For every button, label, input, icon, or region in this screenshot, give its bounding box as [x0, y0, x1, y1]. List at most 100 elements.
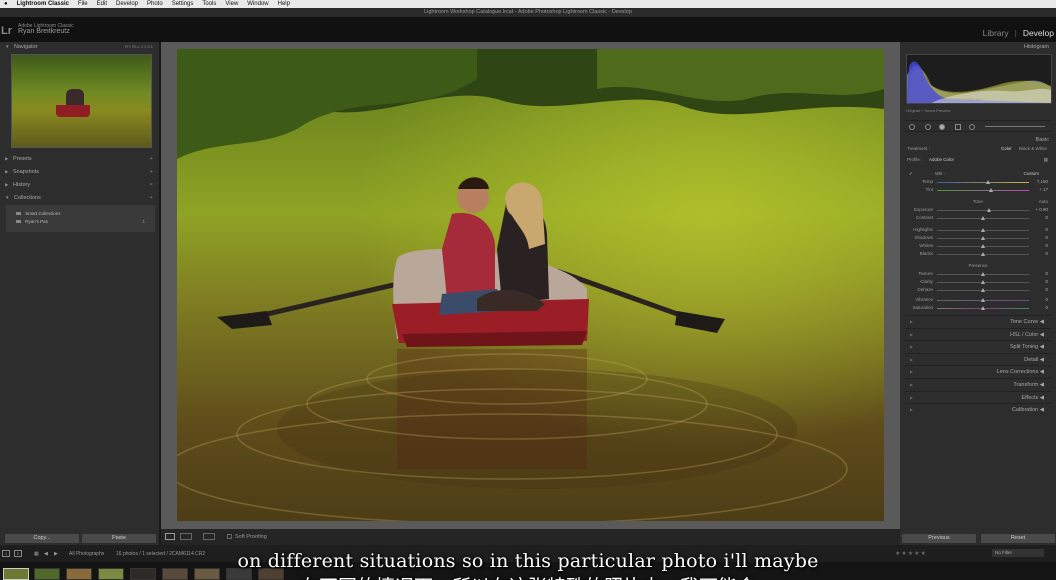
- shadows-slider[interactable]: Shadows 0: [905, 234, 1051, 242]
- snapshots-title: Snapshots: [13, 169, 39, 175]
- panel-header-detail[interactable]: ▶ Detail ◀: [905, 352, 1051, 366]
- treatment-bw-option[interactable]: Black & White: [1019, 145, 1047, 153]
- reset-button[interactable]: Reset: [981, 534, 1055, 543]
- profile-browser-icon[interactable]: ▦: [1044, 156, 1048, 164]
- clarity-knob[interactable]: [981, 280, 985, 284]
- before-after-swap-icon[interactable]: [203, 533, 215, 540]
- menu-photo[interactable]: Photo: [147, 0, 163, 8]
- shadows-value[interactable]: 0: [1045, 234, 1048, 242]
- profile-value[interactable]: Adobe Color: [929, 156, 954, 164]
- menu-window[interactable]: Window: [247, 0, 268, 8]
- highlights-slider[interactable]: Highlights 0: [905, 226, 1051, 234]
- menu-tools[interactable]: Tools: [202, 0, 216, 8]
- vibrance-slider[interactable]: Vibrance 0: [905, 296, 1051, 304]
- panel-header-tone-curve[interactable]: ▶ Tone Curve ◀: [905, 315, 1051, 328]
- panel-header-lens-corrections[interactable]: ▶ Lens Corrections ◀: [905, 365, 1051, 378]
- texture-value[interactable]: 0: [1045, 270, 1048, 278]
- tint-knob[interactable]: [989, 188, 993, 192]
- wb-value[interactable]: Custom: [1023, 170, 1039, 178]
- soft-proofing-toggle[interactable]: Soft Proofing: [227, 534, 267, 540]
- contrast-knob[interactable]: [981, 216, 985, 220]
- dehaze-value[interactable]: 0: [1045, 286, 1048, 294]
- red-eye-icon[interactable]: [939, 124, 945, 130]
- panel-header-transform[interactable]: ▶ Transform ◀: [905, 377, 1051, 391]
- collections-header[interactable]: ▼ Collections +: [0, 193, 159, 203]
- spot-removal-icon[interactable]: [925, 124, 931, 130]
- tint-value[interactable]: + 17: [1039, 186, 1048, 194]
- panel-header-hsl[interactable]: ▶ HSL / Color ◀: [905, 327, 1051, 341]
- menu-help[interactable]: Help: [278, 0, 290, 8]
- auto-button[interactable]: Auto: [1039, 198, 1048, 206]
- copy-button[interactable]: Copy...: [5, 534, 79, 543]
- navigator-header[interactable]: ▼ Navigator FIT FILL 1:1 3:1: [0, 42, 159, 52]
- tint-slider[interactable]: Tint + 17: [905, 186, 1051, 194]
- module-picker: Library | Develop: [983, 28, 1054, 38]
- temp-value[interactable]: 7,150: [1037, 178, 1048, 186]
- histogram-header[interactable]: Histogram: [900, 42, 1056, 52]
- crop-icon[interactable]: [909, 124, 915, 130]
- module-develop[interactable]: Develop: [1023, 28, 1054, 38]
- contrast-value[interactable]: 0: [1045, 214, 1048, 222]
- radial-filter-icon[interactable]: [969, 124, 975, 130]
- contrast-slider[interactable]: Contrast 0: [905, 214, 1051, 222]
- expand-triangle-icon: ▶: [5, 182, 9, 187]
- navigator-preview[interactable]: [11, 54, 152, 148]
- blacks-slider[interactable]: Blacks 0: [905, 250, 1051, 258]
- blacks-knob[interactable]: [981, 252, 985, 256]
- treatment-color-option[interactable]: Color: [1001, 145, 1012, 153]
- menu-edit[interactable]: Edit: [97, 0, 107, 8]
- basic-header[interactable]: Basic: [905, 135, 1051, 145]
- blacks-value[interactable]: 0: [1045, 250, 1048, 258]
- texture-slider[interactable]: Texture 0: [905, 270, 1051, 278]
- texture-knob[interactable]: [981, 272, 985, 276]
- module-library[interactable]: Library: [983, 28, 1009, 38]
- navigator-zoom-levels[interactable]: FIT FILL 1:1 3:1: [125, 42, 153, 52]
- saturation-value[interactable]: 0: [1045, 304, 1048, 312]
- apple-icon[interactable]: ●: [4, 0, 8, 8]
- highlights-value[interactable]: 0: [1045, 226, 1048, 234]
- loupe-view-icon[interactable]: [165, 533, 175, 540]
- dehaze-knob[interactable]: [981, 288, 985, 292]
- brush-slider[interactable]: [985, 126, 1045, 127]
- eyedropper-icon[interactable]: ✓: [909, 170, 913, 178]
- snapshots-header[interactable]: ▶ Snapshots +: [0, 167, 159, 177]
- main-photo[interactable]: [177, 49, 884, 521]
- menu-file[interactable]: File: [78, 0, 88, 8]
- graduated-filter-icon[interactable]: [955, 124, 961, 130]
- collection-item[interactable]: Smart Collections: [6, 210, 155, 218]
- exposure-knob[interactable]: [987, 208, 991, 212]
- clarity-slider[interactable]: Clarity 0: [905, 278, 1051, 286]
- dehaze-slider[interactable]: Dehaze 0: [905, 286, 1051, 294]
- clear-history-icon[interactable]: ×: [150, 180, 153, 190]
- menu-develop[interactable]: Develop: [116, 0, 138, 8]
- previous-button[interactable]: Previous: [902, 534, 976, 543]
- panel-header-effects[interactable]: ▶ Effects ◀: [905, 390, 1051, 404]
- collection-item[interactable]: Ryan's Pan 1: [6, 218, 155, 226]
- highlights-knob[interactable]: [981, 228, 985, 232]
- exposure-slider[interactable]: Exposure + 0.90: [905, 206, 1051, 214]
- menu-app-name[interactable]: Lightroom Classic: [17, 0, 69, 8]
- saturation-knob[interactable]: [981, 306, 985, 310]
- add-preset-icon[interactable]: +: [150, 154, 153, 164]
- menu-view[interactable]: View: [225, 0, 238, 8]
- exposure-value[interactable]: + 0.90: [1035, 206, 1048, 214]
- paste-button[interactable]: Paste: [82, 534, 156, 543]
- before-after-view-icon[interactable]: [180, 533, 192, 540]
- presets-header[interactable]: ▶ Presets +: [0, 154, 159, 164]
- vibrance-value[interactable]: 0: [1045, 296, 1048, 304]
- history-header[interactable]: ▶ History ×: [0, 180, 159, 190]
- panel-header-split-toning[interactable]: ▶ Split Toning ◀: [905, 340, 1051, 353]
- shadows-knob[interactable]: [981, 236, 985, 240]
- temp-slider[interactable]: Temp 7,150: [905, 178, 1051, 186]
- vibrance-knob[interactable]: [981, 298, 985, 302]
- temp-knob[interactable]: [986, 180, 990, 184]
- whites-value[interactable]: 0: [1045, 242, 1048, 250]
- clarity-value[interactable]: 0: [1045, 278, 1048, 286]
- menu-settings[interactable]: Settings: [172, 0, 194, 8]
- add-snapshot-icon[interactable]: +: [150, 167, 153, 177]
- add-collection-icon[interactable]: +: [150, 193, 153, 203]
- whites-slider[interactable]: Whites 0: [905, 242, 1051, 250]
- panel-header-calibration[interactable]: ▶ Calibration ◀: [905, 403, 1051, 416]
- whites-knob[interactable]: [981, 244, 985, 248]
- saturation-slider[interactable]: Saturation 0: [905, 304, 1051, 312]
